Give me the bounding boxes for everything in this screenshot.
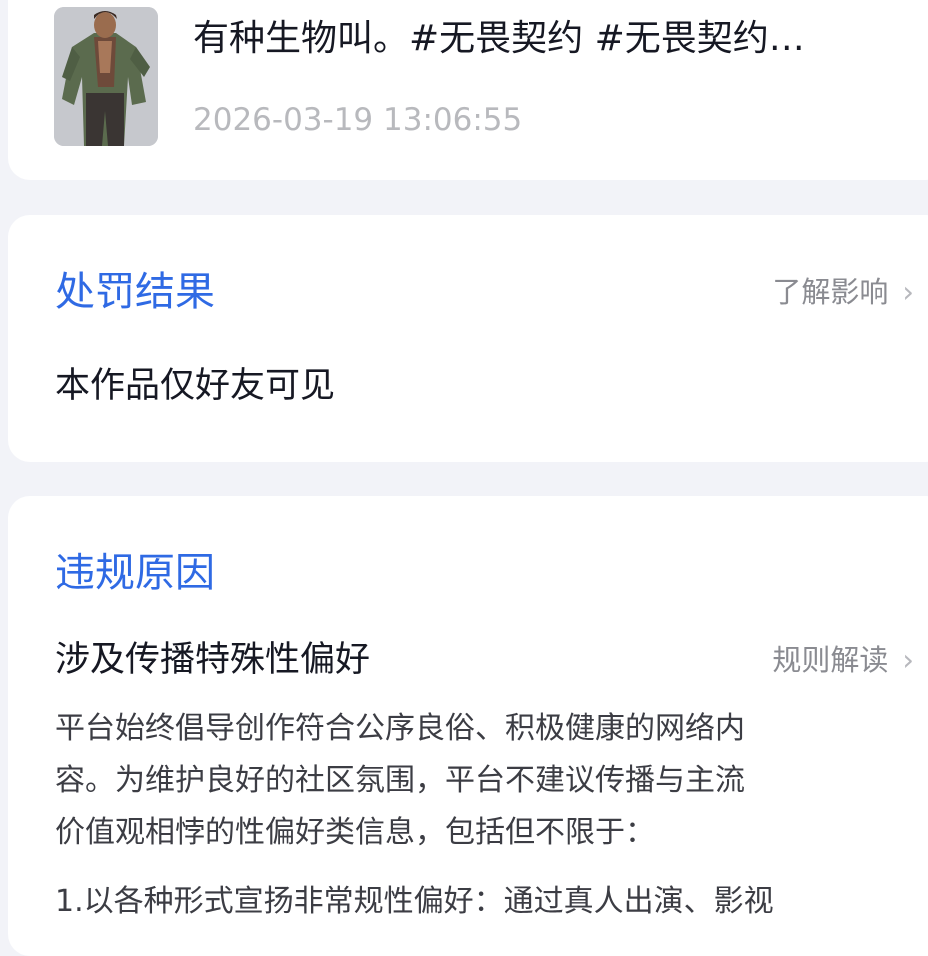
rule-interpretation-label: 规则解读: [772, 643, 889, 677]
learn-impact-label: 了解影响: [772, 275, 889, 309]
violation-reason: 涉及传播特殊性偏好: [55, 640, 371, 680]
violation-description-line: 平台始终倡导创作符合公序良俗、积极健康的网络内: [55, 711, 745, 746]
rule-interpretation-link[interactable]: 规则解读 ›: [772, 638, 914, 682]
violation-section-title: 违规原因: [55, 550, 215, 596]
penalty-section-title: 处罚结果: [55, 269, 215, 315]
learn-impact-link[interactable]: 了解影响 ›: [772, 270, 914, 314]
chevron-right-icon: ›: [902, 643, 914, 677]
video-timestamp: 2026-03-19 13:06:55: [193, 102, 523, 138]
penalty-card: [8, 215, 928, 462]
chevron-right-icon: ›: [902, 275, 914, 309]
violation-list-item: 1.以各种形式宣扬非常规性偏好：通过真人出演、影视: [55, 884, 774, 919]
video-thumbnail[interactable]: [54, 7, 158, 146]
violation-description-line: 容。为维护良好的社区氛围，平台不建议传播与主流: [55, 763, 745, 798]
character-thumbnail-icon: [54, 7, 158, 146]
violation-description-line: 价值观相悖的性偏好类信息，包括但不限于：: [55, 815, 655, 850]
video-title[interactable]: 有种生物叫。#无畏契约 #无畏契约…: [193, 12, 915, 66]
penalty-result: 本作品仅好友可见: [55, 366, 336, 406]
